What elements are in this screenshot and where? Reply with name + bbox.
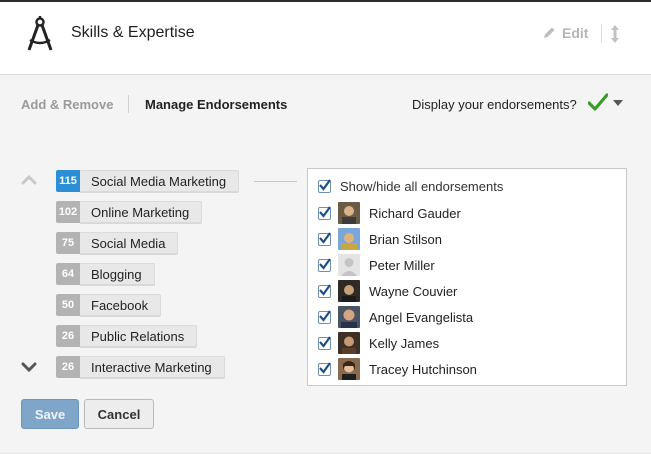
pencil-icon [544,27,555,38]
endorser-checkbox[interactable] [318,361,331,376]
skill-label: Facebook [80,294,162,316]
skill-item[interactable]: 115 Social Media Marketing [56,170,240,192]
endorser-checkbox[interactable] [318,283,331,298]
show-all-row[interactable]: Show/hide all endorsements [318,174,503,198]
skill-count: 26 [56,325,80,347]
skill-label: Interactive Marketing [80,356,225,378]
endorser-row[interactable]: Wayne Couvier [318,279,457,303]
skill-item[interactable]: 75 Social Media [56,232,179,254]
endorser-row[interactable]: Peter Miller [318,253,435,277]
show-all-label: Show/hide all endorsements [340,178,504,194]
endorser-row[interactable]: Kelly James [318,331,439,355]
skill-item[interactable]: 26 Public Relations [56,325,198,347]
endorser-row[interactable]: Brian Stilson [318,227,442,251]
chevron-up-icon[interactable] [21,173,37,185]
edit-panel: Add & Remove Manage Endorsements Display… [0,75,651,454]
skill-item[interactable]: 102 Online Marketing [56,201,203,223]
skill-count: 64 [56,263,80,285]
save-button[interactable]: Save [21,399,79,429]
skill-count: 50 [56,294,80,316]
display-endorsements-label: Display your endorsements? [412,97,577,112]
skill-label: Blogging [80,263,155,285]
skill-count: 102 [56,201,80,223]
skill-label: Social Media [80,232,179,254]
endorser-name: Peter Miller [369,257,435,273]
skill-count: 115 [56,170,80,192]
endorser-name: Brian Stilson [369,231,442,247]
skill-label: Social Media Marketing [80,170,240,192]
edit-label: Edit [562,25,589,41]
endorser-checkbox[interactable] [318,231,331,246]
tab-manage-endorsements[interactable]: Manage Endorsements [145,97,287,112]
endorser-row[interactable]: Angel Evangelista [318,305,473,329]
skill-item[interactable]: 50 Facebook [56,294,162,316]
show-all-checkbox[interactable] [318,178,331,193]
avatar [338,202,360,224]
connector-line [254,181,297,182]
endorser-name: Tracey Hutchinson [369,361,477,377]
skill-item[interactable]: 64 Blogging [56,263,155,285]
endorser-row[interactable]: Tracey Hutchinson [318,357,477,381]
checkmark-icon[interactable] [588,93,608,111]
endorser-checkbox[interactable] [318,309,331,324]
endorser-checkbox[interactable] [318,257,331,272]
endorser-name: Wayne Couvier [369,283,458,299]
avatar [338,358,360,380]
edit-button[interactable]: Edit [542,25,588,41]
tab-add-remove[interactable]: Add & Remove [21,97,113,112]
avatar [338,228,360,250]
divider [601,25,602,43]
avatar [338,280,360,302]
skill-label: Online Marketing [80,201,203,223]
reorder-arrows-icon[interactable] [608,24,622,44]
chevron-down-scroll-icon[interactable] [21,361,37,373]
endorser-name: Kelly James [369,335,440,351]
endorser-checkbox[interactable] [318,335,331,350]
endorser-name: Richard Gauder [369,205,461,221]
chevron-down-icon[interactable] [613,100,623,106]
avatar [338,332,360,354]
avatar [338,306,360,328]
skill-count: 75 [56,232,80,254]
endorser-row[interactable]: Richard Gauder [318,201,461,225]
endorser-checkbox[interactable] [318,205,331,220]
skill-count: 26 [56,356,80,378]
skill-label: Public Relations [80,325,198,347]
section-title: Skills & Expertise [71,24,195,41]
tab-divider [128,95,129,113]
endorser-name: Angel Evangelista [369,309,474,325]
avatar [338,254,360,276]
skill-item[interactable]: 26 Interactive Marketing [56,356,225,378]
section-header: Skills & Expertise Edit [0,2,651,75]
endorsements-list[interactable]: Show/hide all endorsements Richard Gaude… [307,168,627,386]
compass-icon [27,16,53,51]
cancel-button[interactable]: Cancel [84,399,154,429]
